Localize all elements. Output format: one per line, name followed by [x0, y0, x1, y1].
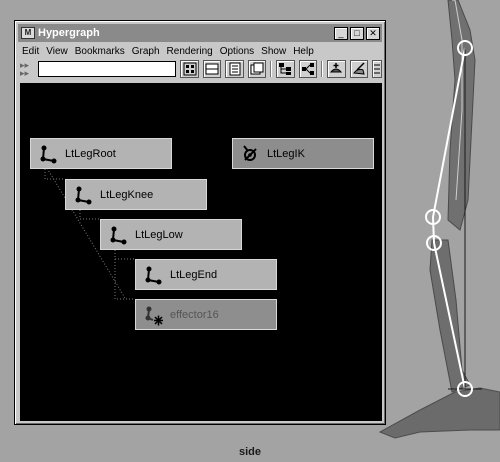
- joint-icon: [110, 226, 127, 244]
- node-label: LtLegRoot: [65, 147, 116, 160]
- maximize-button[interactable]: □: [350, 26, 364, 40]
- toolbar-divider: [270, 61, 273, 77]
- node-label: effector16: [170, 308, 219, 321]
- menu-help[interactable]: Help: [293, 46, 314, 57]
- menu-rendering[interactable]: Rendering: [167, 46, 213, 57]
- window-title: Hypergraph: [38, 27, 100, 39]
- menu-bar: Edit View Bookmarks Graph Rendering Opti…: [18, 43, 382, 59]
- node-ltleglow[interactable]: LtLegLow: [100, 219, 242, 250]
- joint-icon: [75, 186, 92, 204]
- frame-all-icon[interactable]: [247, 60, 267, 78]
- node-ltlegknee[interactable]: LtLegKnee: [65, 179, 207, 210]
- title-bar[interactable]: M Hypergraph _ □ ✕: [18, 24, 382, 42]
- viewport-label: side: [238, 446, 261, 458]
- toolbar-handle-icon[interactable]: ▸▸ ▸▸: [20, 61, 36, 78]
- layout-icon[interactable]: [225, 60, 244, 78]
- connections-icon[interactable]: [298, 60, 318, 78]
- node-label: LtLegIK: [267, 147, 305, 160]
- toolbar: ▸▸ ▸▸: [18, 59, 382, 79]
- dependency-graph-icon[interactable]: [276, 60, 295, 78]
- menu-options[interactable]: Options: [220, 46, 254, 57]
- node-label: LtLegKnee: [100, 188, 154, 201]
- node-label: LtLegEnd: [170, 268, 218, 281]
- node-ltlegend[interactable]: LtLegEnd: [135, 259, 277, 290]
- ik-handle-icon: [243, 144, 257, 161]
- hypergraph-window[interactable]: M Hypergraph _ □ ✕ Edit View Bookmarks G…: [14, 20, 386, 425]
- close-button[interactable]: ✕: [366, 26, 380, 40]
- menu-show[interactable]: Show: [261, 46, 286, 57]
- minimize-button[interactable]: _: [334, 26, 348, 40]
- menu-bookmarks[interactable]: Bookmarks: [75, 46, 125, 57]
- hierarchy-connection-lines: [37, 152, 135, 300]
- node-label: LtLegLow: [135, 228, 183, 241]
- joint-icon: [40, 145, 57, 163]
- menu-edit[interactable]: Edit: [22, 46, 39, 57]
- expand-icon[interactable]: [202, 60, 222, 78]
- search-input[interactable]: [38, 61, 177, 77]
- toolbar-divider: [321, 61, 324, 77]
- node-effector16[interactable]: effector16: [135, 299, 277, 330]
- menu-view[interactable]: View: [46, 46, 68, 57]
- scene-hierarchy-icon[interactable]: [180, 60, 199, 78]
- node-ltlegik[interactable]: LtLegIK: [232, 138, 374, 169]
- more-icon[interactable]: [371, 60, 382, 78]
- add-bookmark-icon[interactable]: [327, 60, 346, 78]
- graph-edit-icon[interactable]: [349, 60, 368, 78]
- menu-graph[interactable]: Graph: [132, 46, 160, 57]
- joint-icon: [145, 266, 162, 284]
- effector-icon: [145, 306, 163, 325]
- node-ltlegroot[interactable]: LtLegRoot: [30, 138, 172, 169]
- graph-editor-area[interactable]: LtLegRoot LtLegKnee LtLegLow LtLegEnd ef…: [20, 83, 382, 421]
- maya-app-icon: M: [21, 27, 35, 39]
